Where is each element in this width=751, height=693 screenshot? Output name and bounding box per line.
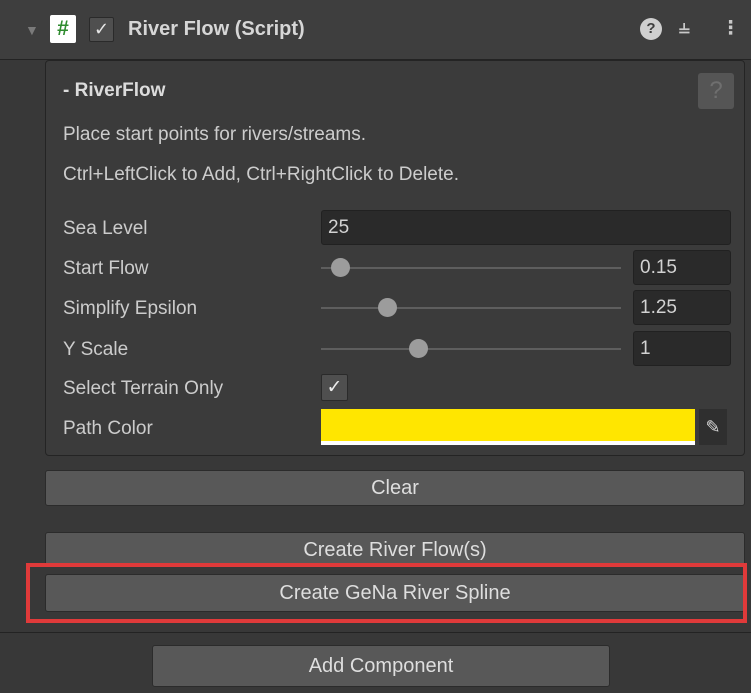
riverflow-panel: - RiverFlow ? Place start points for riv… xyxy=(45,60,745,456)
divider xyxy=(0,632,751,633)
start-flow-input[interactable]: 0.15 xyxy=(633,250,731,285)
panel-title: - RiverFlow xyxy=(63,80,166,101)
y-scale-label: Y Scale xyxy=(63,339,129,360)
more-options-icon[interactable]: ⋮ xyxy=(721,17,740,40)
component-title: River Flow (Script) xyxy=(128,18,305,40)
description-line: Ctrl+LeftClick to Add, Ctrl+RightClick t… xyxy=(63,164,459,185)
script-icon: # xyxy=(50,15,76,43)
y-scale-slider-handle[interactable] xyxy=(409,339,428,358)
start-flow-slider-handle[interactable] xyxy=(331,258,350,277)
simplify-epsilon-label: Simplify Epsilon xyxy=(63,298,198,319)
highlight-box xyxy=(26,563,747,623)
description-line: Place start points for rivers/streams. xyxy=(63,124,367,145)
panel-help-button[interactable]: ? xyxy=(698,73,734,109)
help-icon: ? xyxy=(709,77,723,104)
select-terrain-only-label: Select Terrain Only xyxy=(63,378,224,399)
foldout-arrow-icon[interactable]: ▼ xyxy=(25,22,39,38)
sea-level-label: Sea Level xyxy=(63,218,148,239)
component-header[interactable]: ▼ # ✓ River Flow (Script) ? ⫨ ⋮ xyxy=(0,0,751,60)
start-flow-slider-track[interactable] xyxy=(321,267,621,269)
simplify-epsilon-slider-handle[interactable] xyxy=(378,298,397,317)
eyedropper-icon[interactable]: ✎ xyxy=(699,409,727,445)
sea-level-input[interactable]: 25 xyxy=(321,210,731,245)
y-scale-input[interactable]: 1 xyxy=(633,331,731,366)
simplify-epsilon-slider-track[interactable] xyxy=(321,307,621,309)
select-terrain-only-checkbox[interactable]: ✓ xyxy=(321,374,348,401)
simplify-epsilon-input[interactable]: 1.25 xyxy=(633,290,731,325)
presets-icon[interactable]: ⫨ xyxy=(679,17,690,39)
help-icon[interactable]: ? xyxy=(640,18,662,40)
path-color-label: Path Color xyxy=(63,418,153,439)
create-river-flow-button[interactable]: Create River Flow(s) xyxy=(45,532,745,566)
path-color-field[interactable] xyxy=(321,409,695,445)
start-flow-label: Start Flow xyxy=(63,258,149,279)
component-enabled-checkbox[interactable]: ✓ xyxy=(89,17,114,42)
clear-button[interactable]: Clear xyxy=(45,470,745,506)
add-component-button[interactable]: Add Component xyxy=(152,645,610,687)
y-scale-slider-track[interactable] xyxy=(321,348,621,350)
